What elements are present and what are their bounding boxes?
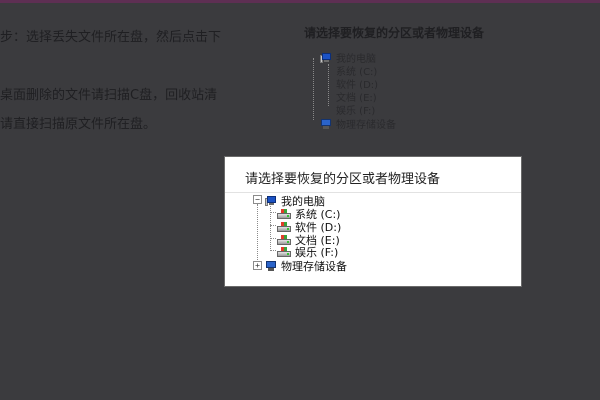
partition-select-dialog: 请选择要恢复的分区或者物理设备 − 我的电脑 系统 (C:) 软件 (D:) 文…	[224, 156, 522, 287]
collapse-toggle-my-computer[interactable]: −	[253, 195, 262, 204]
computer-icon	[265, 196, 277, 206]
background-panel-title: 请选择要恢复的分区或者物理设备	[304, 26, 485, 40]
tree-connector	[328, 64, 329, 106]
tree-connector	[270, 250, 276, 251]
hard-drive-icon	[277, 209, 291, 219]
storage-device-icon	[320, 118, 332, 129]
tree-connector	[257, 204, 258, 264]
tree-item-label: 物理存储设备	[281, 260, 347, 273]
background-instruction-line-2: 桌面删除的文件请扫描C盘，回收站清	[0, 88, 218, 103]
background-tree-device: 物理存储设备	[320, 116, 396, 131]
tree-connector	[270, 225, 276, 226]
drive-tree: − 我的电脑 系统 (C:) 软件 (D:) 文档 (E:) 娱乐 (F:) +…	[249, 193, 499, 283]
tree-connector	[313, 58, 314, 120]
top-accent-bar	[0, 0, 600, 3]
background-drive-tree: 我的电脑 系统 (C:) 软件 (D:) 文档 (E:) 娱乐 (F:) 物理存…	[310, 50, 430, 131]
tree-item-physical-storage[interactable]: 物理存储设备	[265, 258, 347, 274]
hard-drive-icon	[277, 247, 291, 257]
background-instruction-line-3: 请直接扫描原文件所在盘。	[0, 117, 157, 132]
tree-connector	[270, 238, 276, 239]
computer-icon	[320, 52, 332, 63]
hard-drive-icon	[277, 222, 291, 232]
storage-device-icon	[265, 261, 277, 271]
dialog-title: 请选择要恢复的分区或者物理设备	[245, 172, 441, 187]
tree-connector	[270, 212, 276, 213]
background-tree-drive: 娱乐 (F:)	[336, 106, 376, 117]
background-instruction-line-1: 步：选择丢失文件所在盘，然后点击下	[0, 30, 222, 45]
expand-toggle-storage-devices[interactable]: +	[253, 261, 262, 270]
